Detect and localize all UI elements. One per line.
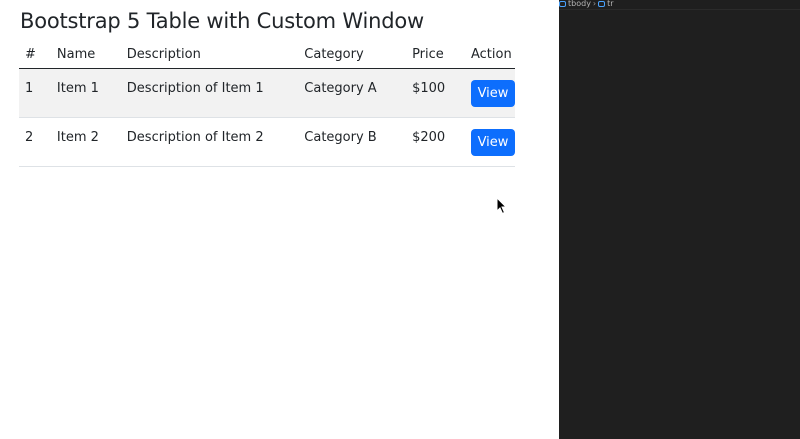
cell-category: Category A: [298, 68, 407, 118]
element-icon: [559, 1, 566, 7]
mouse-cursor-icon: [496, 197, 508, 215]
items-table: # Name Description Category Price Action…: [19, 40, 515, 167]
cell-action: View: [465, 68, 515, 118]
cell-price: $100: [406, 68, 465, 118]
table-body: 1 Item 1 Description of Item 1 Category …: [19, 68, 515, 167]
breadcrumb-item-tr[interactable]: tr: [607, 0, 613, 8]
cell-description: Description of Item 1: [120, 68, 299, 118]
editor-panel: tbody › tr: [559, 0, 800, 439]
breadcrumb: tbody › tr: [559, 0, 800, 9]
header-row: # Name Description Category Price Action: [19, 40, 515, 69]
view-button[interactable]: View: [471, 128, 515, 156]
table-row: 2 Item 2 Description of Item 2 Category …: [19, 117, 515, 167]
cell-description: Description of Item 2: [120, 117, 299, 167]
table-head: # Name Description Category Price Action: [19, 40, 515, 69]
header-description: Description: [120, 40, 299, 69]
table-row: 1 Item 1 Description of Item 1 Category …: [19, 68, 515, 118]
cell-name: Item 1: [50, 68, 121, 118]
chevron-right-icon: ›: [592, 0, 597, 8]
divider: [559, 9, 800, 10]
page-title: Bootstrap 5 Table with Custom Window: [20, 9, 424, 33]
screen: Bootstrap 5 Table with Custom Window # N…: [0, 0, 800, 439]
breadcrumb-item-tbody[interactable]: tbody: [568, 0, 591, 8]
cell-number: 1: [19, 68, 51, 118]
header-number: #: [19, 40, 51, 69]
cell-category: Category B: [298, 117, 407, 167]
cell-name: Item 2: [50, 117, 121, 167]
cell-action: View: [465, 117, 515, 167]
header-name: Name: [50, 40, 121, 69]
view-button[interactable]: View: [471, 79, 515, 107]
cell-number: 2: [19, 117, 51, 167]
element-icon: [598, 1, 606, 7]
header-category: Category: [298, 40, 407, 69]
header-price: Price: [406, 40, 465, 69]
cell-price: $200: [406, 117, 465, 167]
header-action: Action: [465, 40, 515, 69]
browser-viewport: Bootstrap 5 Table with Custom Window # N…: [0, 0, 559, 439]
